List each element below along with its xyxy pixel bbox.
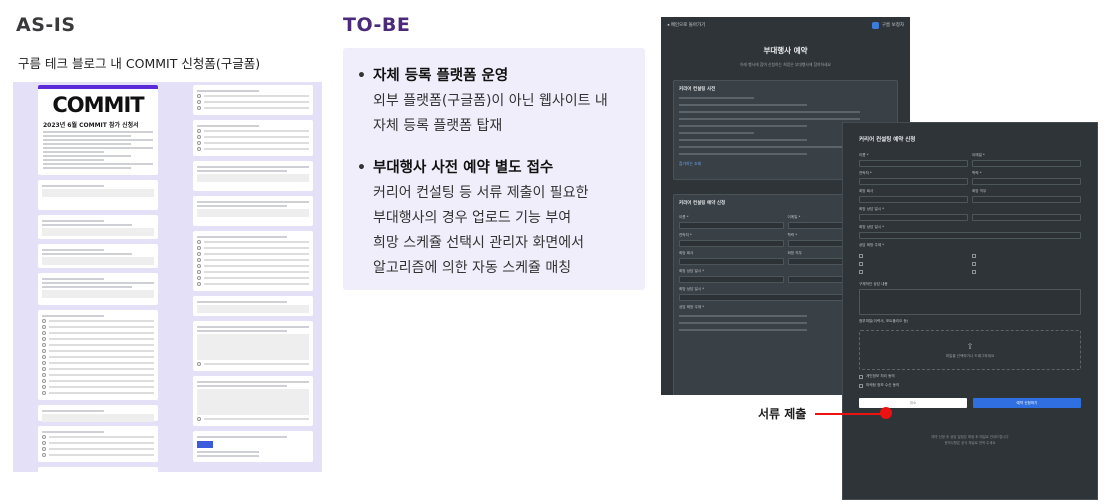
consulting-form-screenshot: 커리어 컨설팅 예약 신청 이름 * 이메일 * 연락처 * 학력 * 희망 회사 희…	[842, 122, 1098, 500]
bullet-2-line-3: 희망 스케쥴 선택시 관리자 화면에서	[373, 235, 584, 251]
field-label: 희망 직무	[972, 189, 987, 193]
field-label: 이름 *	[859, 153, 869, 157]
field-label: 첨부파일(이력서, 포트폴리오 등)	[859, 319, 909, 323]
form-question-card[interactable]	[193, 231, 313, 291]
form-question-card[interactable]	[193, 376, 313, 426]
detail-textarea[interactable]	[859, 289, 1081, 315]
consulting-info-title: 커리어 컨설팅 사전	[679, 87, 716, 92]
form-question-card[interactable]	[38, 215, 158, 239]
back-link-label: 메인으로 돌아가기	[670, 23, 706, 28]
topic-checkbox[interactable]	[972, 254, 976, 258]
date-select[interactable]	[679, 276, 784, 283]
form-footer: 예약 신청 후 상담 일정은 확정 후 메일로 안내드립니다 문의사항은 공식 …	[859, 434, 1081, 446]
topic-checkbox[interactable]	[859, 270, 863, 274]
user-avatar	[871, 21, 879, 29]
form-question-card[interactable]	[38, 244, 158, 268]
callout-dot	[880, 407, 892, 419]
callout-line	[815, 413, 885, 415]
company-input[interactable]	[679, 258, 784, 265]
cancel-button[interactable]: 취소	[859, 398, 967, 408]
form-header-card: COMMIT 2023년 6월 COMMIT 참가 신청서	[38, 85, 158, 175]
form-question-card[interactable]	[38, 273, 158, 305]
field-label: 희망 상담 일시 *	[859, 225, 885, 229]
topic-checkbox[interactable]	[859, 254, 863, 258]
privacy-checkbox[interactable]	[859, 374, 863, 379]
form-question-card[interactable]	[193, 161, 313, 191]
upload-icon: ⇧	[966, 341, 974, 351]
bullet-2-line-1: 커리어 컨설팅 등 서류 제출이 필요한	[373, 185, 589, 201]
bullet-2-title: 부대행사 사전 예약 별도 접수	[373, 160, 554, 176]
asis-google-form: COMMIT 2023년 6월 COMMIT 참가 신청서	[13, 82, 322, 472]
asis-subtitle: 구름 테크 블로그 내 COMMIT 신청폼(구글폼)	[18, 56, 261, 71]
school-select[interactable]	[972, 178, 1081, 185]
form-question-card[interactable]	[193, 120, 313, 156]
field-label: 이메일 *	[972, 153, 985, 157]
back-link[interactable]: ◂ 메인으로 돌아가기	[667, 22, 705, 28]
form-question-card[interactable]	[193, 196, 313, 226]
tobe-description-box: • 자체 등록 플랫폼 운영 외부 플랫폼(구글폼)이 아닌 웹사이트 내 자체…	[343, 48, 645, 290]
user-button[interactable]: 구름 보청자	[871, 21, 904, 29]
commit-logo: COMMIT	[52, 93, 144, 117]
field-label: 연락처 *	[679, 233, 692, 237]
bullet-1-title: 자체 등록 플랫폼 운영	[373, 68, 509, 84]
form-question-card[interactable]	[38, 310, 158, 400]
footer-line-2: 문의사항은 공식 채널로 연락 주세요	[944, 441, 996, 445]
field-label: 희망 회사	[859, 189, 874, 193]
form-question-card[interactable]	[38, 405, 158, 422]
bullet-2: • 부대행사 사전 예약 별도 접수 커리어 컨설팅 등 서류 제출이 필요한 …	[357, 156, 589, 281]
phone-input[interactable]	[859, 178, 968, 185]
field-label: 구체적인 상담 내용	[859, 282, 888, 286]
form-submit-card	[193, 431, 313, 462]
bullet-2-line-2: 부대행사의 경우 업로드 기능 부여	[373, 210, 572, 226]
form-column-right	[193, 85, 313, 467]
callout-label: 서류 제출	[758, 407, 807, 421]
name-input[interactable]	[679, 222, 784, 229]
topic-checkbox[interactable]	[972, 270, 976, 274]
email-input[interactable]	[972, 160, 1081, 167]
topic-checkbox[interactable]	[859, 262, 863, 266]
bullet-dot-icon: •	[357, 68, 366, 84]
form-question-card[interactable]	[193, 321, 313, 371]
position-input[interactable]	[972, 196, 1081, 203]
field-label: 연락처 *	[859, 171, 872, 175]
tobe-heading: TO-BE	[343, 14, 411, 36]
file-upload-dropzone[interactable]: ⇧ 파일을 선택하거나 드래그하세요	[859, 330, 1081, 370]
date-select[interactable]	[859, 214, 968, 221]
bullet-dot-icon: •	[357, 160, 366, 176]
form-title: 2023년 6월 COMMIT 참가 신청서	[43, 122, 139, 129]
form-title: 커리어 컨설팅 예약 신청	[859, 137, 916, 143]
company-input[interactable]	[859, 196, 968, 203]
field-label: 학력 *	[972, 171, 982, 175]
page-title: 부대행사 예약	[763, 46, 808, 55]
bullet-1-line-2: 자체 등록 플랫폼 탑재	[373, 118, 503, 134]
phone-input[interactable]	[679, 240, 784, 247]
form-column-left: COMMIT 2023년 6월 COMMIT 참가 신청서	[38, 85, 158, 472]
form-question-card[interactable]	[193, 296, 313, 316]
top-bar: ◂ 메인으로 돌아가기 구름 보청자	[661, 17, 910, 33]
field-label: 이름 *	[679, 215, 689, 219]
time-select[interactable]	[859, 232, 1081, 239]
field-label: 상담 희망 주제 *	[859, 243, 885, 247]
form-question-card[interactable]	[38, 180, 158, 210]
topic-checkbox[interactable]	[972, 262, 976, 266]
form-question-card[interactable]	[38, 426, 158, 462]
user-label: 구름 보청자	[881, 23, 904, 28]
privacy-label: 개인정보 처리 동의	[866, 374, 895, 378]
field-label: 희망 회사	[679, 251, 694, 255]
form-question-card[interactable]	[193, 85, 313, 115]
asis-heading: AS-IS	[16, 14, 76, 36]
page-description: 아래 행사에 참여 신청하는 희망은 부대행사에 참여하세요	[739, 62, 832, 67]
name-input[interactable]	[859, 160, 968, 167]
field-label: 희망 상담 일시 *	[859, 207, 885, 211]
form-question-card[interactable]	[38, 467, 158, 472]
bullet-1-line-1: 외부 플랫폼(구글폼)이 아닌 웹사이트 내	[373, 93, 608, 109]
upload-hint: 파일을 선택하거나 드래그하세요	[945, 353, 995, 358]
marketing-label: 마케팅 정보 수신 동의	[866, 383, 900, 387]
bullet-2-line-4: 알고리즘에 의한 자동 스케쥴 매칭	[373, 260, 572, 276]
time-select[interactable]	[972, 214, 1081, 221]
bullet-1: • 자체 등록 플랫폼 운영 외부 플랫폼(구글폼)이 아닌 웹사이트 내 자체…	[357, 64, 608, 139]
form-submit-button[interactable]	[197, 441, 213, 448]
submit-button[interactable]: 예약 신청하기	[973, 398, 1081, 408]
marketing-checkbox[interactable]	[859, 383, 863, 388]
